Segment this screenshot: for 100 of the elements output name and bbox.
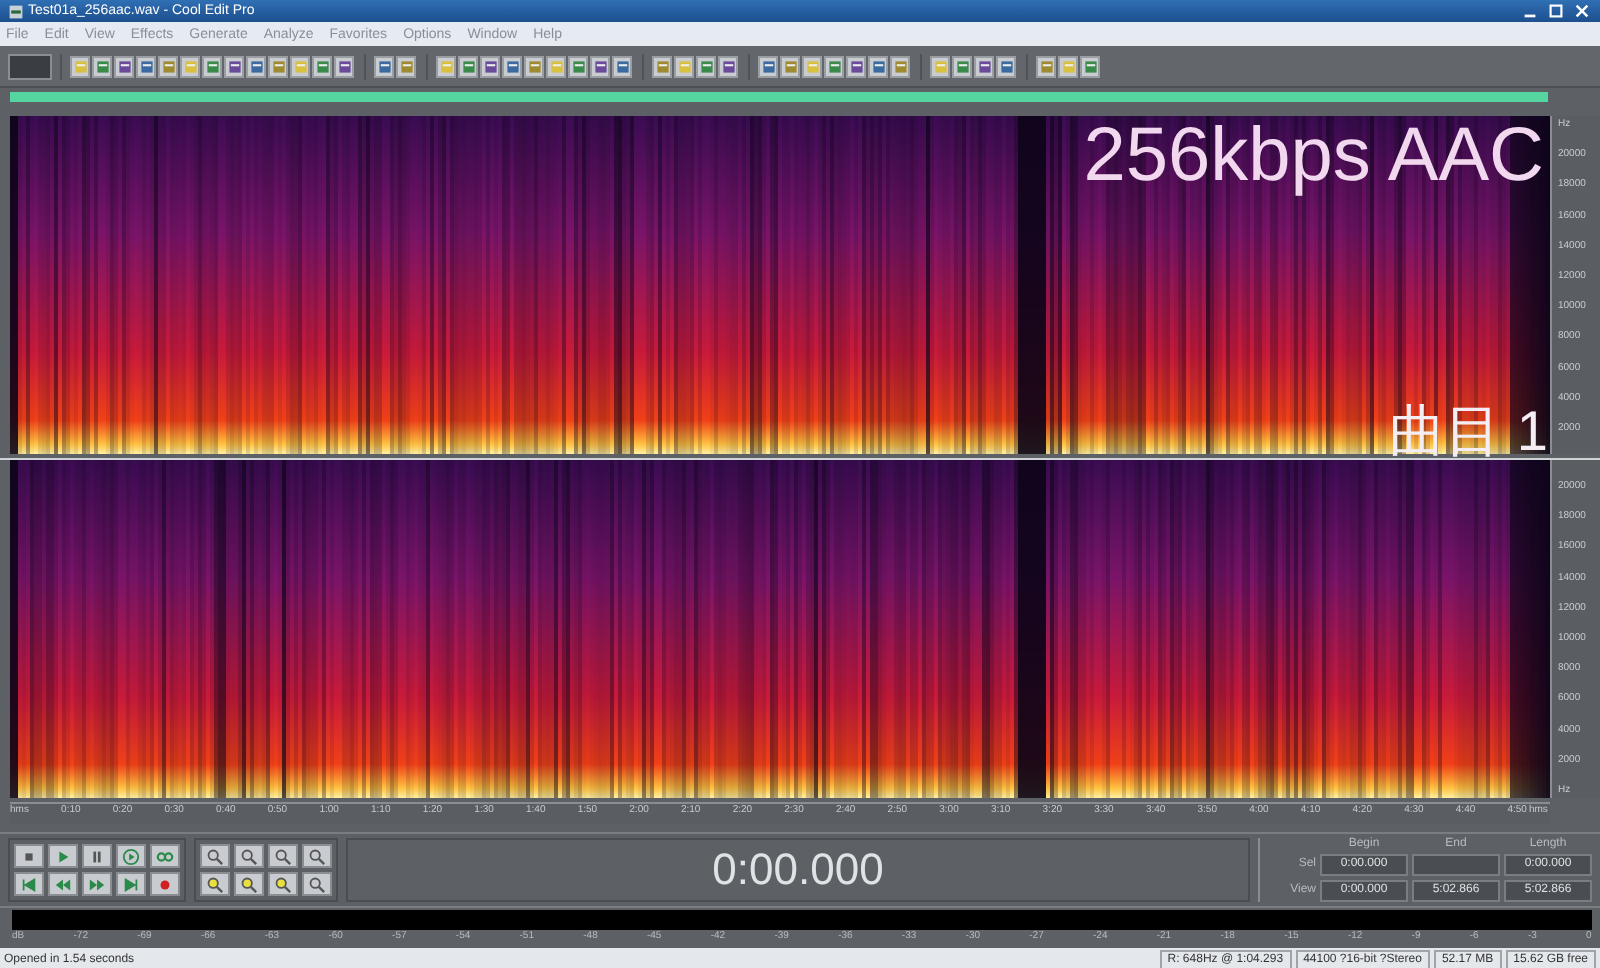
tool-icon [893,59,907,73]
toolbar-button[interactable] [92,55,112,77]
zoom-button[interactable] [268,844,298,868]
magnifier-icon [308,875,326,893]
pause-icon [88,847,106,865]
toolbar-button[interactable] [114,55,134,77]
toolbar-button[interactable] [546,55,566,77]
tool-icon [293,59,307,73]
toolbar-button[interactable] [696,55,716,77]
transport-button[interactable] [150,872,180,896]
mode-display[interactable] [8,53,52,79]
tool-icon [871,59,885,73]
toolbar-button[interactable] [824,55,844,77]
toolbar-button[interactable] [890,55,910,77]
toolbar-button[interactable] [158,55,178,77]
toolbar-button[interactable] [974,55,994,77]
toolbar-button[interactable] [590,55,610,77]
tool-icon [95,59,109,73]
tool-icon [699,59,713,73]
toolbar-button[interactable] [458,55,478,77]
toolbar-button[interactable] [334,55,354,77]
zoom-button[interactable] [302,844,332,868]
toolbar-button[interactable] [930,55,950,77]
toolbar-button[interactable] [374,55,394,77]
tool-icon [117,59,131,73]
toolbar-button[interactable] [780,55,800,77]
tool-icon [721,59,735,73]
zoom-button[interactable] [234,872,264,896]
toolbar-button[interactable] [436,55,456,77]
tool-icon [571,59,585,73]
toolbar-button[interactable] [202,55,222,77]
toolbar-button[interactable] [268,55,288,77]
toolbar-button[interactable] [1036,55,1056,77]
app-icon [8,3,24,19]
tool-icon [999,59,1013,73]
toolbar-button[interactable] [502,55,522,77]
toolbar-button[interactable] [1080,55,1100,77]
tool-icon [439,59,453,73]
tool-icon [593,59,607,73]
toolbar-button[interactable] [652,55,672,77]
tool-icon [271,59,285,73]
toolbar-button[interactable] [224,55,244,77]
transport-button[interactable] [116,872,146,896]
toolbar-button[interactable] [612,55,632,77]
rewind-icon [54,875,72,893]
tool-icon [655,59,669,73]
toolbar-button[interactable] [846,55,866,77]
tool-icon [73,59,87,73]
transport-button[interactable] [14,872,44,896]
skip-back-icon [20,875,38,893]
zoom-button[interactable] [200,844,230,868]
tool-icon [933,59,947,73]
tool-icon [227,59,241,73]
time-field[interactable] [1412,853,1500,876]
zoom-button[interactable] [200,872,230,896]
toolbar-button[interactable] [290,55,310,77]
tool-icon [377,59,391,73]
zoom-button[interactable] [302,872,332,896]
toolbar-button[interactable] [996,55,1016,77]
tool-icon [183,59,197,73]
tool-icon [161,59,175,73]
toolbar-button[interactable] [802,55,822,77]
zoom-button[interactable] [234,844,264,868]
toolbar-button[interactable] [136,55,156,77]
tool-icon [337,59,351,73]
tool-icon [1061,59,1075,73]
transport-button[interactable] [48,872,78,896]
toolbar-button[interactable] [180,55,200,77]
toolbar-button[interactable] [396,55,416,77]
tool-icon [527,59,541,73]
toolbar-button[interactable] [70,55,90,77]
toolbar-button[interactable] [480,55,500,77]
transport-button[interactable] [116,844,146,868]
tool-icon [549,59,563,73]
magnifier-icon [240,847,258,865]
transport-button[interactable] [150,844,180,868]
tool-icon [615,59,629,73]
toolbar-button[interactable] [246,55,266,77]
tool-icon [139,59,153,73]
toolbar-button[interactable] [952,55,972,77]
transport-button[interactable] [14,844,44,868]
toolbar-button[interactable] [718,55,738,77]
tool-icon [249,59,263,73]
tool-icon [849,59,863,73]
transport-button[interactable] [82,872,112,896]
toolbar-button[interactable] [758,55,778,77]
toolbar-button[interactable] [568,55,588,77]
toolbar-button[interactable] [674,55,694,77]
toolbar-button[interactable] [868,55,888,77]
stop-icon [20,847,38,865]
zoom-button[interactable] [268,872,298,896]
magnifier-icon [274,875,292,893]
transport-button[interactable] [48,844,78,868]
magnifier-icon [308,847,326,865]
toolbar-button[interactable] [1058,55,1078,77]
magnifier-icon [240,875,258,893]
tool-icon [483,59,497,73]
toolbar-button[interactable] [524,55,544,77]
toolbar-button[interactable] [312,55,332,77]
transport-button[interactable] [82,844,112,868]
